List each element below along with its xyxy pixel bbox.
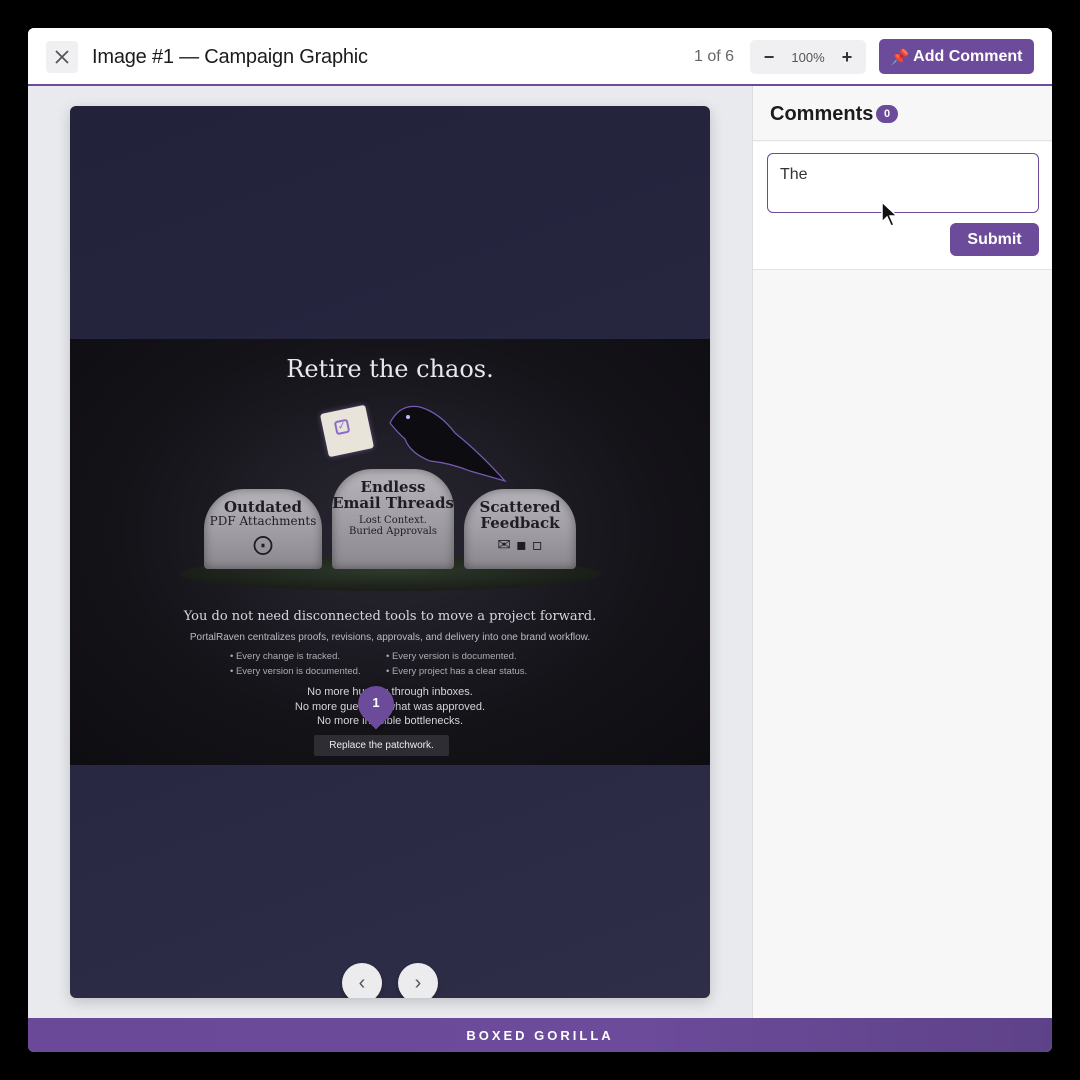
tombstone-scattered-feedback: Scattered Feedback ✉ ▪ ▫: [464, 489, 576, 569]
tombstone-outdated: Outdated PDF Attachments ⨀: [204, 489, 322, 569]
graphic-body: PortalRaven centralizes proofs, revision…: [189, 632, 591, 643]
comment-input[interactable]: The: [767, 153, 1039, 213]
tombstone-subtitle: PDF Attachments: [209, 514, 317, 528]
next-image-button[interactable]: ›: [398, 963, 438, 998]
image-canvas[interactable]: Retire the chaos. Outdated PDF Attachmen…: [70, 106, 710, 998]
modal-header: Image #1 — Campaign Graphic 1 of 6 − 100…: [28, 28, 1052, 86]
bullet-item: • Every change is tracked.: [230, 651, 340, 662]
pushpin-icon: 📌: [890, 48, 910, 66]
pin-number: 1: [372, 695, 380, 710]
graphic-bullets: • Every change is tracked. • Every versi…: [230, 651, 550, 677]
zoom-control: − 100% +: [750, 40, 866, 74]
tombstone-email-threads: Endless Email Threads Lost Context. Buri…: [332, 469, 454, 569]
footer-bar: BOXED GORILLA: [28, 1018, 1052, 1052]
raven-illustration: [389, 405, 507, 483]
mail-chat-icon: ✉ ▪ ▫: [497, 535, 543, 554]
comments-title: Comments: [770, 103, 874, 125]
comments-count-badge: 0: [876, 105, 898, 123]
add-comment-label: Add Comment: [913, 47, 1023, 65]
comments-sidebar: Comments 0 The Submit: [752, 86, 1052, 1018]
image-review-modal: Image #1 — Campaign Graphic 1 of 6 − 100…: [28, 28, 1052, 1052]
zoom-level: 100%: [791, 49, 825, 65]
campaign-graphic: Retire the chaos. Outdated PDF Attachmen…: [70, 339, 710, 765]
tombstone-title: Endless Email Threads: [332, 478, 454, 512]
graphic-subhead: You do not need disconnected tools to mo…: [183, 609, 597, 624]
comments-header: Comments 0: [753, 86, 1052, 141]
comment-form: The Submit: [753, 142, 1052, 270]
close-icon: [55, 50, 69, 64]
add-comment-button[interactable]: 📌 Add Comment: [879, 39, 1034, 74]
pdf-icon: ⨀: [253, 532, 273, 556]
image-viewer: Retire the chaos. Outdated PDF Attachmen…: [28, 86, 752, 1018]
comment-pin[interactable]: 1: [350, 678, 402, 730]
submit-button[interactable]: Submit: [950, 223, 1039, 256]
approval-scroll: ✓: [319, 404, 375, 458]
close-button[interactable]: [46, 41, 78, 73]
page-title: Image #1 — Campaign Graphic: [92, 46, 368, 68]
checkbox-icon: ✓: [333, 418, 351, 436]
zoom-out-button[interactable]: −: [756, 44, 782, 70]
bullet-item: • Every version is documented.: [386, 651, 517, 662]
graphic-cta: Replace the patchwork.: [314, 735, 449, 756]
graphic-headline: Retire the chaos.: [286, 355, 494, 383]
previous-image-button[interactable]: ‹: [342, 963, 382, 998]
footer-brand: BOXED GORILLA: [466, 1027, 614, 1043]
zoom-in-button[interactable]: +: [834, 44, 860, 70]
tombstone-small: Lost Context. Buried Approvals: [348, 515, 438, 537]
tombstone-title: Outdated: [223, 498, 303, 516]
bullet-item: • Every project has a clear status.: [386, 666, 528, 677]
page-indicator: 1 of 6: [694, 48, 735, 65]
tombstone-title: Scattered Feedback: [479, 498, 561, 532]
bullet-item: • Every version is documented.: [230, 666, 361, 677]
